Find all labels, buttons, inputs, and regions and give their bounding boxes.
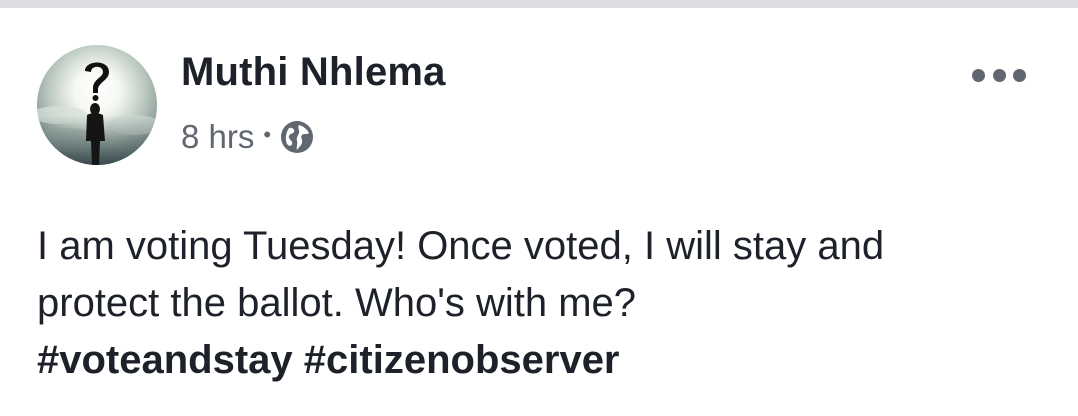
author-name[interactable]: Muthi Nhlema bbox=[181, 50, 446, 95]
meta-separator: • bbox=[263, 122, 272, 147]
globe-icon[interactable] bbox=[280, 120, 314, 154]
more-dot bbox=[992, 68, 1006, 82]
post-card: Muthi Nhlema 8 hrs • I am voting Tuesday… bbox=[0, 8, 1078, 416]
more-dot bbox=[972, 68, 985, 82]
post-text-line: I am voting Tuesday! Once voted, I will … bbox=[37, 224, 885, 268]
hashtag-line: #voteandstay #citizenobserver bbox=[37, 332, 1057, 389]
post-text-line: protect the ballot. Who's with me? bbox=[37, 281, 637, 325]
post-meta: 8 hrs • bbox=[181, 117, 314, 157]
hashtag-link[interactable]: #voteandstay bbox=[37, 338, 293, 382]
hashtag-link[interactable]: #citizenobserver bbox=[304, 338, 620, 382]
post-body: I am voting Tuesday! Once voted, I will … bbox=[37, 218, 1057, 389]
feed-divider bbox=[0, 0, 1078, 8]
more-options-icon[interactable] bbox=[972, 60, 1026, 90]
author-avatar[interactable] bbox=[37, 45, 157, 165]
post-timestamp[interactable]: 8 hrs bbox=[181, 118, 254, 156]
more-dot bbox=[1013, 68, 1026, 82]
